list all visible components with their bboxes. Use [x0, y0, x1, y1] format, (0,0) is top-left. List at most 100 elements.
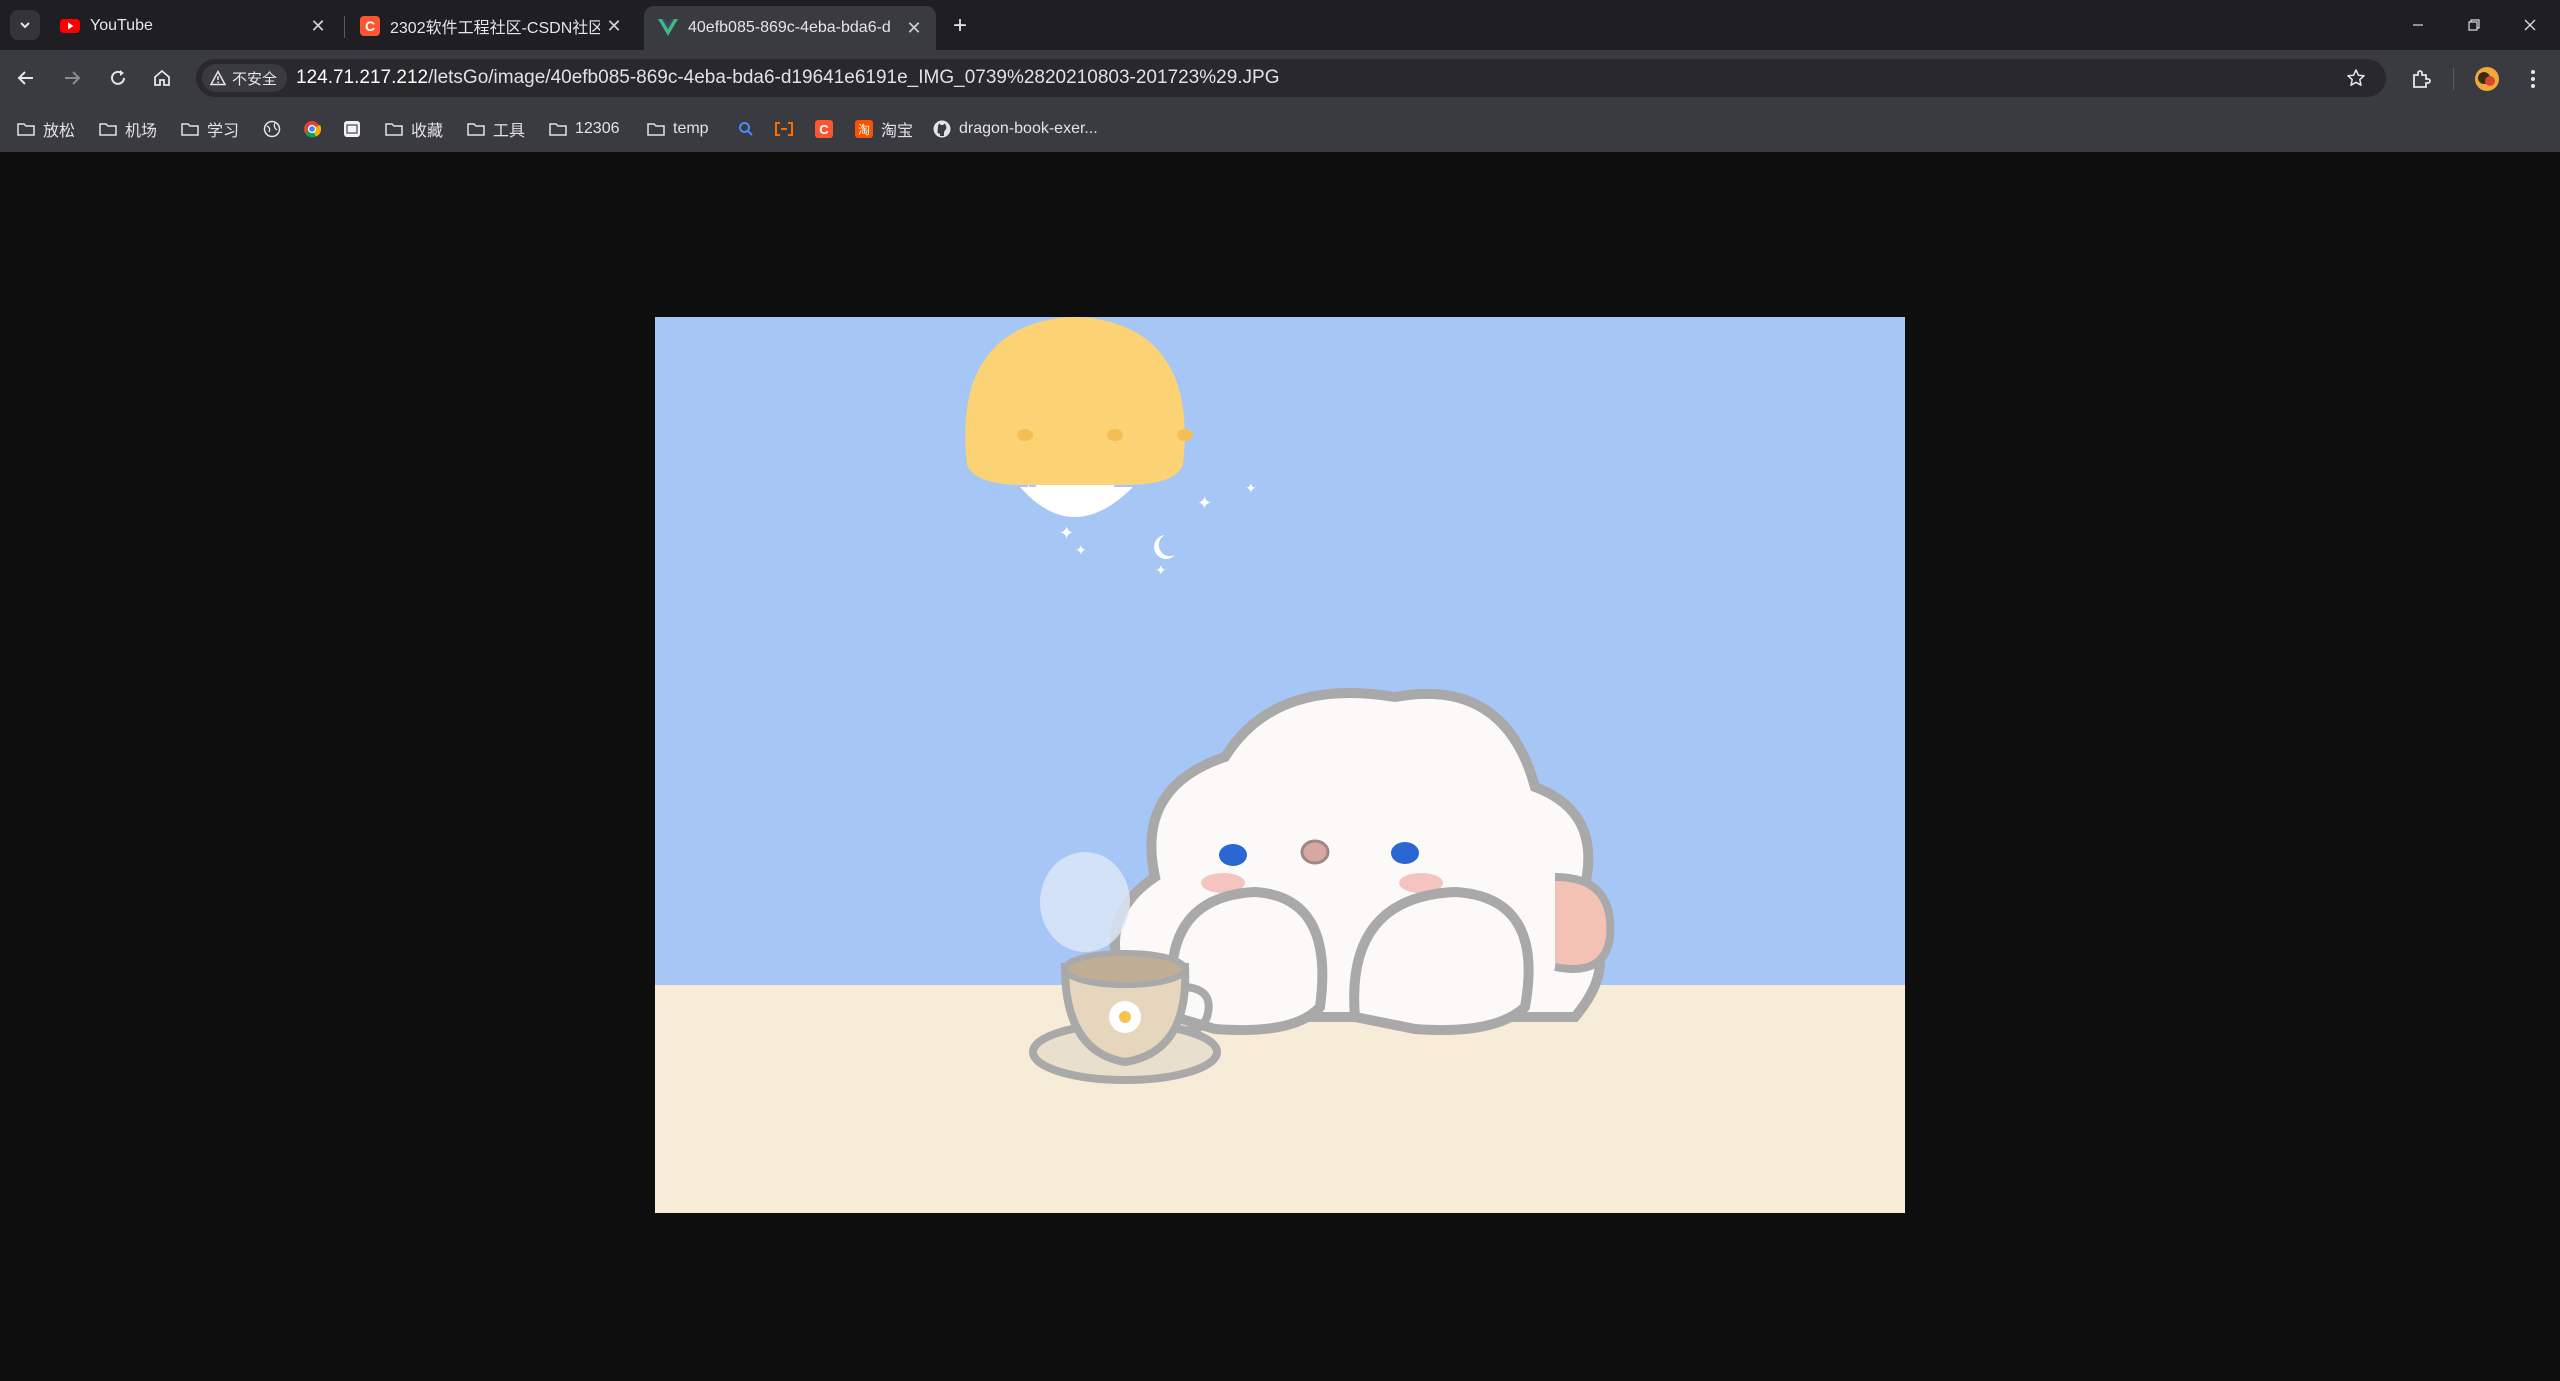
tab-youtube[interactable]: YouTube ✕: [46, 6, 340, 46]
new-tab-button[interactable]: +: [946, 12, 974, 40]
svg-text:✦: ✦: [1059, 523, 1074, 544]
avatar: [2475, 67, 2499, 91]
svg-text:✦: ✦: [1155, 563, 1167, 579]
arrow-left-icon: [17, 71, 33, 85]
bookmark-label: 收藏: [411, 123, 444, 140]
svg-text:✦: ✦: [1197, 493, 1212, 514]
toolbar-divider: [2453, 68, 2454, 90]
csdn-icon: C: [360, 16, 380, 36]
home-button[interactable]: [148, 64, 176, 92]
tab-title: YouTube: [90, 17, 153, 34]
chrome-icon: [302, 119, 322, 139]
tab-csdn[interactable]: C 2302软件工程社区-CSDN社区 ✕: [346, 6, 636, 46]
back-button[interactable]: [12, 64, 40, 92]
folder-icon: [98, 119, 118, 139]
bookmark-label: 工具: [493, 123, 526, 140]
bookmark-label: 12306: [575, 120, 620, 137]
bookmark-app-icon: [342, 119, 362, 139]
svg-text:✦: ✦: [1245, 481, 1257, 497]
bookmark-folder-relax[interactable]: 放松: [16, 114, 75, 144]
minimize-button[interactable]: [2390, 0, 2446, 50]
close-window-button[interactable]: [2502, 0, 2558, 50]
bookmark-star-button[interactable]: [2344, 66, 2368, 90]
tab-search-button[interactable]: [10, 10, 40, 40]
url-host: 124.71.217.212: [296, 67, 429, 88]
csdn-icon: C: [814, 119, 834, 139]
bookmark-folder-study[interactable]: 学习: [180, 114, 239, 144]
displayed-image: ✦ ✦ ✦ ✦ ✦ ✦: [655, 317, 1905, 1213]
bookmark-chrome[interactable]: [302, 114, 329, 144]
bookmark-folder-airport[interactable]: 机场: [98, 114, 157, 144]
svg-text:C: C: [819, 122, 829, 137]
browser-window: YouTube ✕ C 2302软件工程社区-CSDN社区 ✕ 40efb085…: [0, 0, 2560, 1381]
bookmark-label: 淘宝: [881, 123, 914, 140]
security-chip[interactable]: 不安全: [202, 64, 288, 92]
folder-icon: [180, 119, 200, 139]
toolbar: 不安全 124.71.217.212/letsGo/image/40efb085…: [0, 50, 2560, 106]
bookmark-github[interactable]: dragon-book-exer...: [932, 114, 1098, 144]
tab-strip: YouTube ✕ C 2302软件工程社区-CSDN社区 ✕ 40efb085…: [0, 0, 2560, 50]
url-path: /letsGo/image/40efb085-869c-4eba-bda6-d1…: [428, 67, 1280, 88]
more-vertical-icon: [2531, 70, 2535, 88]
puzzle-icon: [2413, 70, 2431, 88]
bookmarks-bar: 放松 机场 学习 收藏 工具 12306 temp C 淘 淘宝 dragon-…: [0, 106, 2560, 152]
image-viewer: ✦ ✦ ✦ ✦ ✦ ✦: [0, 152, 2560, 1381]
tab-image[interactable]: 40efb085-869c-4eba-bda6-d ✕: [644, 6, 936, 50]
close-icon[interactable]: ✕: [600, 12, 628, 40]
warning-icon: [210, 70, 226, 86]
svg-text:✦: ✦: [1075, 543, 1087, 559]
profile-button[interactable]: [2472, 64, 2502, 94]
folder-icon: [466, 119, 486, 139]
reload-button[interactable]: [104, 64, 132, 92]
bookmark-taobao[interactable]: 淘 淘宝: [854, 114, 913, 144]
url-text[interactable]: 124.71.217.212/letsGo/image/40efb085-869…: [296, 59, 1280, 97]
reload-icon: [111, 70, 125, 85]
bookmark-folder-favorites[interactable]: 收藏: [384, 114, 443, 144]
address-bar[interactable]: 不安全 124.71.217.212/letsGo/image/40efb085…: [196, 59, 2386, 97]
svg-text:淘: 淘: [858, 123, 870, 137]
folder-icon: [646, 119, 666, 139]
folder-icon: [16, 119, 36, 139]
tab-title: 40efb085-869c-4eba-bda6-d: [688, 19, 891, 36]
chevron-down-icon: [20, 22, 30, 29]
bookmark-label: temp: [673, 120, 709, 137]
forward-button[interactable]: [58, 64, 86, 92]
arrow-right-icon: [65, 71, 81, 85]
bookmark-folder-temp[interactable]: temp: [646, 114, 709, 144]
minimize-icon: [2413, 24, 2423, 26]
tab-title: 2302软件工程社区-CSDN社区: [390, 20, 600, 37]
security-label: 不安全: [232, 70, 278, 88]
bookmark-csdn[interactable]: C: [814, 114, 841, 144]
bookmark-label: 放松: [43, 123, 76, 140]
bookmark-folder-tools[interactable]: 工具: [466, 114, 525, 144]
search-icon: [736, 119, 756, 139]
bracket-icon: [774, 119, 794, 139]
globe-icon: [262, 119, 282, 139]
youtube-icon: [60, 16, 80, 36]
taobao-icon: 淘: [854, 119, 874, 139]
bookmark-bracket[interactable]: [774, 114, 801, 144]
menu-button[interactable]: [2518, 64, 2548, 94]
svg-text:✦: ✦: [1021, 481, 1036, 502]
bookmark-label: dragon-book-exer...: [959, 120, 1098, 137]
folder-icon: [548, 119, 568, 139]
tab-separator: [344, 16, 345, 38]
home-icon: [154, 69, 170, 86]
close-icon[interactable]: ✕: [304, 12, 332, 40]
close-icon[interactable]: ✕: [900, 14, 928, 42]
restore-icon: [2468, 19, 2480, 31]
extensions-button[interactable]: [2406, 64, 2436, 94]
star-icon: [2347, 69, 2365, 86]
close-icon: [2524, 19, 2536, 31]
bookmark-search[interactable]: [736, 114, 763, 144]
vue-icon: [658, 18, 678, 38]
bookmark-app[interactable]: [342, 114, 369, 144]
bookmark-folder-12306[interactable]: 12306: [548, 114, 620, 144]
bookmark-globe[interactable]: [262, 114, 289, 144]
folder-icon: [384, 119, 404, 139]
restore-button[interactable]: [2446, 0, 2502, 50]
bookmark-label: 学习: [207, 123, 240, 140]
github-icon: [932, 119, 952, 139]
bookmark-label: 机场: [125, 123, 158, 140]
svg-text:C: C: [365, 18, 375, 34]
